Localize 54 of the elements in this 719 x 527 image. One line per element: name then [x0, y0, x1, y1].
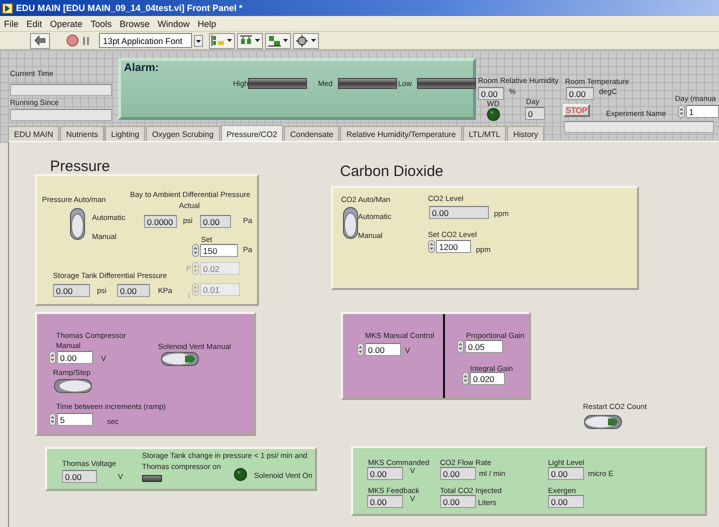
font-dropdown[interactable]: 13pt Application Font — [99, 33, 192, 48]
value-display: 0.00 — [548, 495, 584, 508]
section-title: Carbon Dioxide — [340, 163, 444, 180]
numeric-input[interactable]: 5 — [57, 413, 93, 426]
spin-buttons[interactable] — [678, 105, 685, 118]
align-objects-icon[interactable] — [211, 34, 233, 47]
value-display: 0.00 — [62, 470, 97, 483]
abort-icon[interactable] — [66, 34, 79, 47]
value-display: 0.00 — [548, 467, 584, 480]
numeric-input[interactable]: 0.05 — [465, 340, 503, 353]
spin-buttons[interactable] — [192, 244, 199, 257]
value-display: 0 — [525, 107, 545, 120]
spin-buttons[interactable] — [357, 343, 364, 356]
numeric-input[interactable]: 0.020 — [470, 372, 505, 385]
alarm-title: Alarm: — [124, 62, 159, 74]
app-icon — [2, 2, 13, 14]
value-display: 0.00 — [440, 467, 476, 480]
menu-item[interactable]: Browse — [120, 18, 150, 28]
value-display: 0.00 — [429, 206, 489, 219]
distribute-objects-icon[interactable] — [239, 34, 261, 47]
value-display: 0.00 — [367, 467, 403, 480]
toggle-switch[interactable] — [70, 208, 85, 240]
numeric-input[interactable]: 150 — [200, 244, 238, 257]
toggle-switch[interactable] — [161, 352, 199, 366]
spin-buttons[interactable] — [49, 413, 56, 426]
value-display: 0.00 — [53, 284, 90, 297]
menu-item[interactable]: Tools — [90, 18, 112, 28]
menu-item[interactable]: File — [4, 18, 19, 28]
numeric-input[interactable]: 0.00 — [57, 351, 93, 364]
section-title: Pressure — [50, 158, 110, 175]
numeric-input[interactable]: 0.00 — [365, 343, 401, 356]
value-display: 0.0000 — [144, 215, 177, 228]
window-title: EDU MAIN [EDU MAIN_09_14_04test.vi] Front Panel * — [16, 3, 243, 13]
value-display: 0.00 — [117, 284, 150, 297]
resize-objects-icon[interactable] — [267, 34, 289, 47]
menu-item[interactable]: Help — [198, 18, 216, 28]
spin-buttons[interactable] — [428, 240, 435, 253]
menu-item[interactable]: Edit — [26, 18, 42, 28]
spin-buttons[interactable] — [462, 372, 469, 385]
spin-buttons[interactable] — [49, 351, 56, 364]
toggle-switch[interactable] — [54, 379, 92, 393]
numeric-input[interactable]: 1 — [686, 105, 719, 118]
value-display: 0.00 — [478, 87, 504, 100]
value-display: 0.00 — [566, 87, 594, 100]
menu-item[interactable]: Operate — [50, 18, 83, 28]
value-display: 0.00 — [367, 495, 403, 508]
value-display: 0.00 — [440, 495, 476, 508]
menu-item[interactable]: Window — [158, 18, 190, 28]
value-display: 0.00 — [200, 215, 231, 228]
toggle-switch[interactable] — [584, 415, 622, 429]
pause-icon[interactable] — [81, 34, 91, 47]
spin-buttons[interactable] — [457, 340, 464, 353]
toggle-switch[interactable] — [343, 207, 358, 239]
numeric-input[interactable]: 1200 — [436, 240, 471, 253]
